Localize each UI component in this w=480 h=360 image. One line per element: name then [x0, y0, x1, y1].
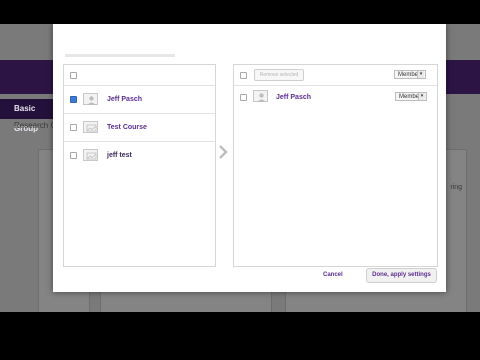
- available-list-panel: Jeff Pasch Test Course jeff test: [63, 64, 216, 267]
- item-checkbox[interactable]: [70, 152, 77, 159]
- item-checkbox[interactable]: [70, 124, 77, 131]
- user-avatar-icon: [83, 93, 98, 105]
- item-label[interactable]: Jeff Pasch: [107, 96, 142, 103]
- course-image-icon: [83, 121, 98, 133]
- background-note: ring: [450, 184, 462, 191]
- member-role-select[interactable]: Member ▾: [395, 92, 427, 101]
- dialog-instructions: [65, 54, 175, 57]
- item-label[interactable]: Test Course: [107, 124, 147, 131]
- list-item[interactable]: Jeff Pasch Member ▾: [234, 86, 437, 114]
- item-label[interactable]: Jeff Pasch: [276, 94, 311, 101]
- user-avatar-icon: [253, 90, 268, 102]
- chevron-down-icon: ▾: [417, 71, 424, 78]
- remove-selected-button[interactable]: Remove selected: [254, 69, 304, 81]
- select-all-checkbox[interactable]: [70, 72, 77, 79]
- item-checkbox[interactable]: [240, 94, 247, 101]
- list-item[interactable]: Test Course: [64, 114, 215, 142]
- cancel-button[interactable]: Cancel: [323, 272, 343, 278]
- list-header: Remove selected Member ▾: [234, 65, 437, 86]
- list-item[interactable]: Jeff Pasch: [64, 86, 215, 114]
- add-selected-arrow-icon[interactable]: [214, 144, 233, 160]
- manage-members-dialog: Jeff Pasch Test Course jeff test Remove …: [53, 24, 446, 292]
- group-tab[interactable]: Basic Group: [0, 99, 60, 133]
- chevron-down-icon: ▾: [418, 93, 425, 100]
- selected-list-panel: Remove selected Member ▾ Jeff Pasch Memb…: [233, 64, 438, 267]
- item-label[interactable]: jeff test: [107, 152, 132, 159]
- list-header: [64, 65, 215, 86]
- list-item[interactable]: jeff test: [64, 142, 215, 170]
- select-all-checkbox[interactable]: [240, 72, 247, 79]
- item-checkbox[interactable]: [70, 96, 77, 103]
- bulk-role-select[interactable]: Member ▾: [394, 70, 426, 79]
- course-image-icon: [83, 149, 98, 161]
- done-apply-button[interactable]: Done, apply settings: [366, 268, 437, 283]
